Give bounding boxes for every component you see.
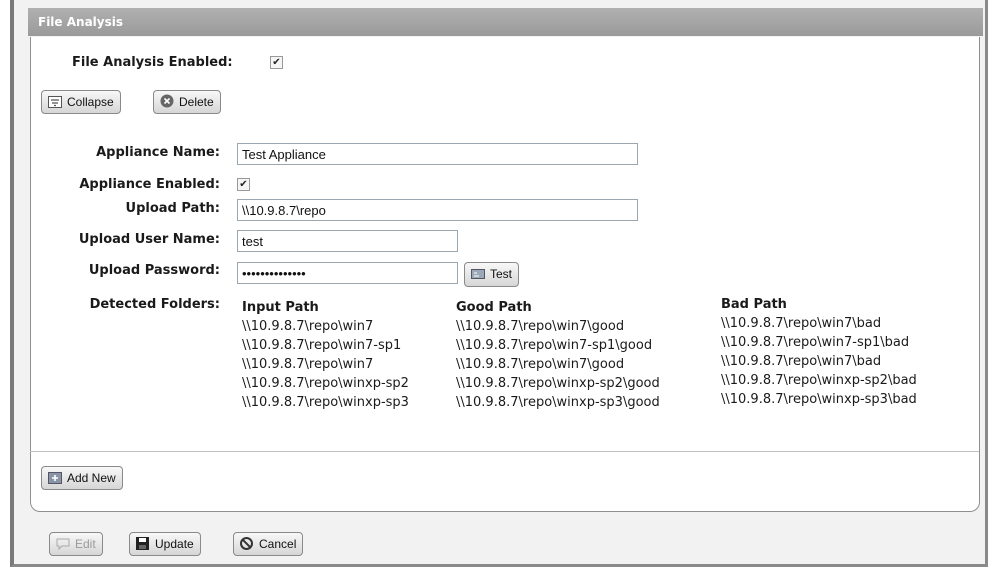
test-icon (471, 265, 485, 279)
input-path-cell: \\10.9.8.7\repo\win7-sp1 (242, 338, 402, 353)
good-path-cell: \\10.9.8.7\repo\winxp-sp2\good (456, 376, 660, 391)
file-analysis-enabled-label: File Analysis Enabled: (72, 55, 233, 70)
bad-path-cell: \\10.9.8.7\repo\win7\bad (721, 316, 882, 331)
bad-path-cell: \\10.9.8.7\repo\win7\bad (721, 354, 882, 369)
bad-path-cell: \\10.9.8.7\repo\winxp-sp2\bad (721, 373, 917, 388)
upload-path-label: Upload Path: (125, 201, 220, 216)
good-path-cell: \\10.9.8.7\repo\winxp-sp3\good (456, 395, 660, 410)
add-new-label: Add New (67, 471, 116, 485)
test-button[interactable]: Test (464, 262, 520, 287)
cancel-icon (240, 535, 254, 550)
upload-user-input[interactable] (237, 230, 458, 252)
detected-folders-label: Detected Folders: (89, 297, 220, 312)
add-new-button[interactable]: Add New (41, 466, 123, 490)
file-analysis-enabled-checkbox[interactable]: ✔ (270, 56, 283, 69)
upload-password-input[interactable] (237, 262, 458, 284)
input-path-header: Input Path (242, 300, 319, 315)
input-path-cell: \\10.9.8.7\repo\win7 (242, 357, 374, 372)
bad-path-cell: \\10.9.8.7\repo\winxp-sp3\bad (721, 392, 917, 407)
cancel-button[interactable]: Cancel (233, 532, 304, 556)
appliance-enabled-checkbox[interactable]: ✔ (237, 178, 250, 191)
delete-button[interactable]: Delete (153, 90, 221, 114)
collapse-label: Collapse (67, 95, 114, 109)
upload-password-label: Upload Password: (88, 263, 220, 278)
save-icon (136, 535, 150, 550)
good-path-cell: \\10.9.8.7\repo\win7\good (456, 357, 625, 372)
appliance-name-input[interactable] (237, 143, 638, 165)
collapse-button[interactable]: Collapse (41, 90, 121, 114)
update-label: Update (155, 537, 194, 551)
good-path-column: Good Path \\10.9.8.7\repo\win7\good \\10… (456, 298, 660, 412)
bad-path-column: Bad Path \\10.9.8.7\repo\win7\bad \\10.9… (721, 295, 917, 409)
good-path-cell: \\10.9.8.7\repo\win7\good (456, 319, 625, 334)
collapse-icon (48, 93, 62, 108)
cancel-label: Cancel (259, 537, 297, 551)
good-path-cell: \\10.9.8.7\repo\win7-sp1\good (456, 338, 653, 353)
edit-button[interactable]: Edit (49, 532, 103, 556)
bad-path-cell: \\10.9.8.7\repo\win7-sp1\bad (721, 335, 910, 350)
panel-title: File Analysis (28, 8, 983, 36)
good-path-header: Good Path (456, 300, 532, 315)
input-path-cell: \\10.9.8.7\repo\win7 (242, 319, 374, 334)
test-label: Test (490, 267, 513, 281)
appliance-name-label: Appliance Name: (96, 145, 220, 160)
delete-icon (160, 93, 174, 108)
delete-label: Delete (179, 95, 214, 109)
input-path-cell: \\10.9.8.7\repo\winxp-sp3 (242, 395, 409, 410)
edit-label: Edit (75, 537, 96, 551)
edit-icon (56, 535, 70, 551)
update-button[interactable]: Update (129, 532, 201, 556)
upload-path-input[interactable] (237, 199, 638, 221)
input-path-column: Input Path \\10.9.8.7\repo\win7 \\10.9.8… (242, 298, 409, 412)
upload-user-label: Upload User Name: (78, 232, 220, 247)
divider (30, 451, 979, 452)
bad-path-header: Bad Path (721, 297, 787, 312)
appliance-enabled-label: Appliance Enabled: (79, 177, 220, 192)
input-path-cell: \\10.9.8.7\repo\winxp-sp2 (242, 376, 409, 391)
add-icon (48, 469, 62, 484)
